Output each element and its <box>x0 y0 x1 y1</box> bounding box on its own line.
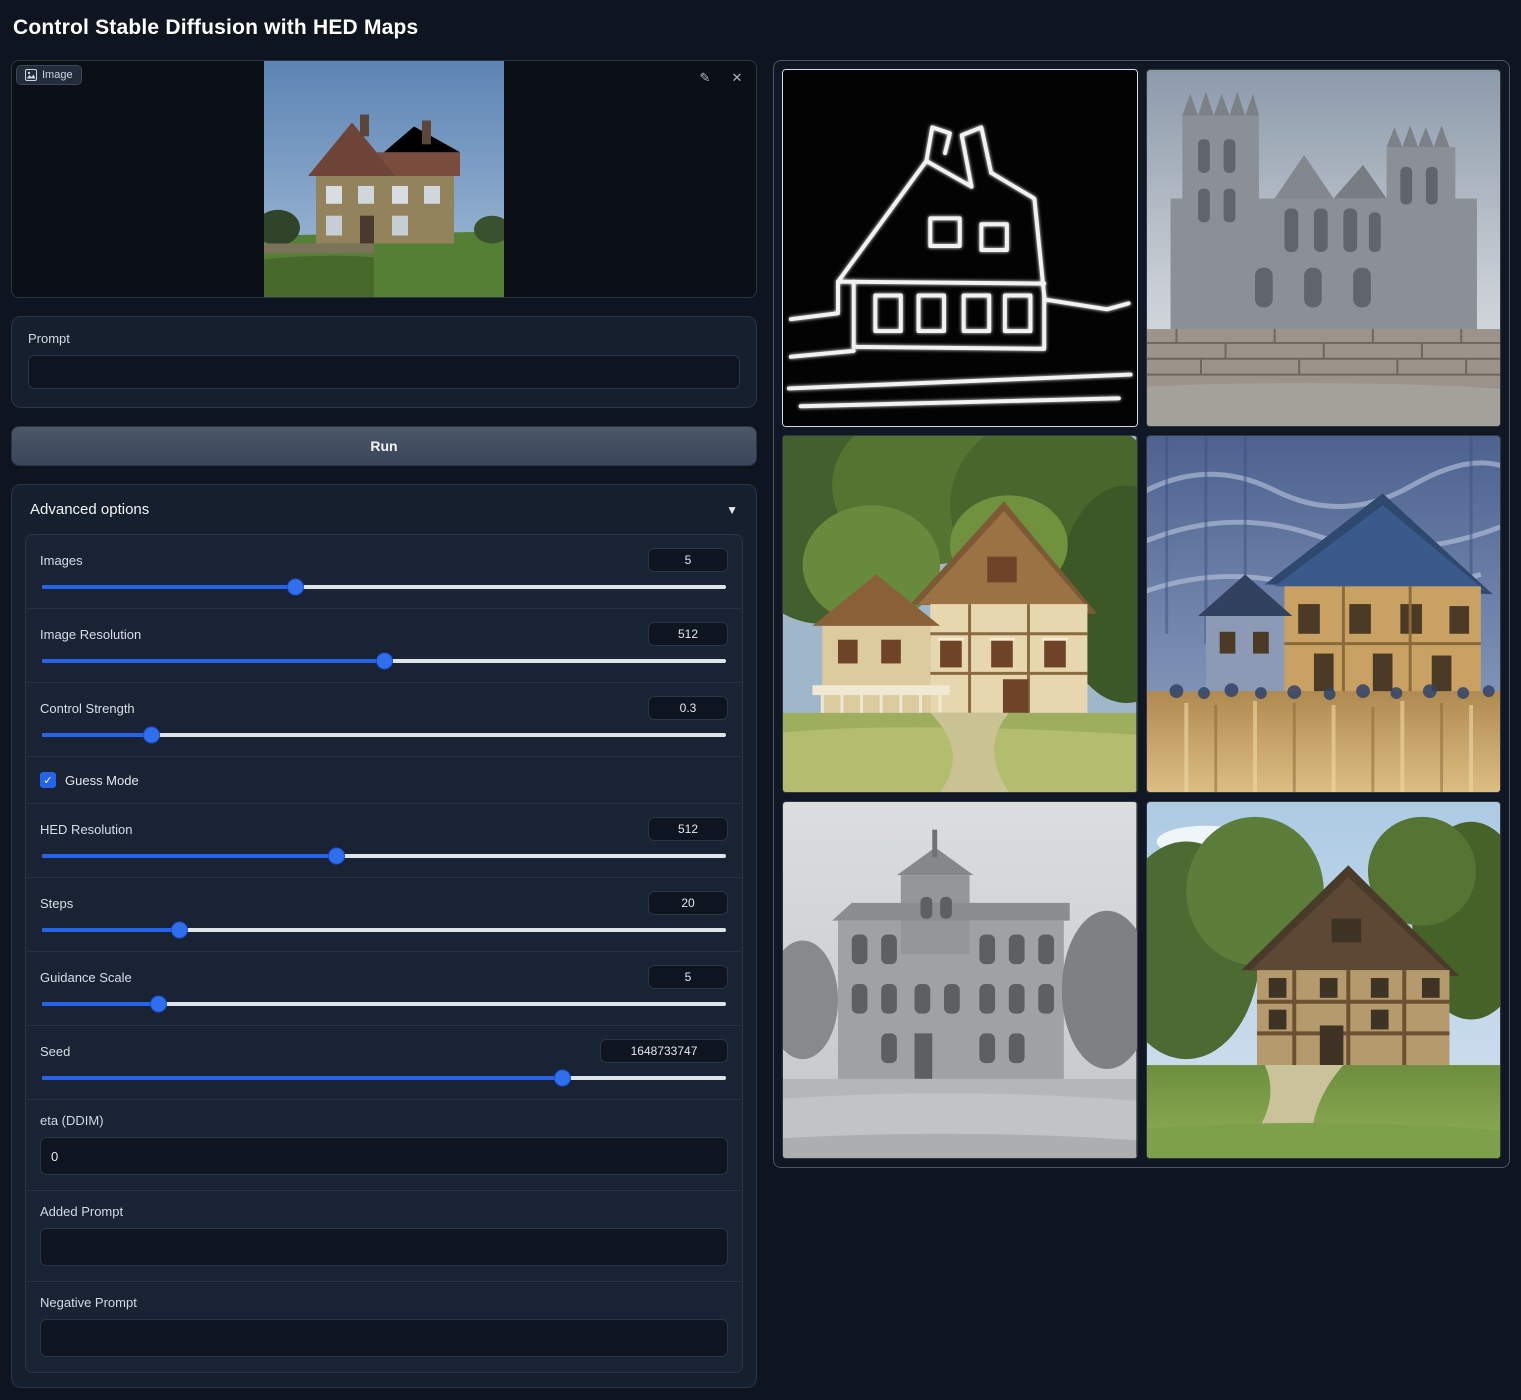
gallery-item-farmhouse[interactable] <box>1146 801 1502 1159</box>
page: Control Stable Diffusion with HED Maps I… <box>0 0 1521 1400</box>
slider-handle[interactable] <box>329 849 344 864</box>
edit-image-button[interactable]: ✎ <box>694 67 716 89</box>
farmhouse-image <box>1147 802 1501 1158</box>
page-title: Control Stable Diffusion with HED Maps <box>13 16 1510 40</box>
slider-fill <box>42 733 151 737</box>
gallery-item-rain-painting[interactable] <box>1146 435 1502 793</box>
negative-prompt-input[interactable] <box>40 1319 728 1357</box>
seed-slider-row: Seed <box>26 1025 742 1099</box>
images-label: Images <box>40 553 83 568</box>
control-strength-value-input[interactable] <box>648 696 728 720</box>
pencil-icon: ✎ <box>700 70 711 86</box>
control-strength-slider-row: Control Strength <box>26 682 742 756</box>
painted-cottage-image <box>783 436 1137 792</box>
hed-resolution-slider-row: HED Resolution <box>26 803 742 877</box>
advanced-options-title: Advanced options <box>30 501 149 518</box>
image-resolution-slider[interactable] <box>42 659 726 663</box>
run-button[interactable]: Run <box>11 426 757 466</box>
slider-fill <box>42 1076 562 1080</box>
steps-slider-row: Steps <box>26 877 742 951</box>
check-icon: ✓ <box>43 774 52 787</box>
hed-map-image <box>783 70 1137 426</box>
added-prompt-input[interactable] <box>40 1228 728 1266</box>
close-icon: ✕ <box>732 70 743 86</box>
caret-down-icon: ▼ <box>726 503 738 517</box>
image-resolution-label: Image Resolution <box>40 627 141 642</box>
slider-handle[interactable] <box>555 1071 570 1086</box>
prompt-block: Prompt <box>11 316 757 408</box>
seed-slider[interactable] <box>42 1076 726 1080</box>
guidance-scale-value-input[interactable] <box>648 965 728 989</box>
image-resolution-slider-row: Image Resolution <box>26 608 742 682</box>
grayscale-building-image <box>783 802 1137 1158</box>
slider-fill <box>42 585 295 589</box>
rain-painting-image <box>1147 436 1501 792</box>
steps-slider[interactable] <box>42 928 726 932</box>
guess-mode-checkbox[interactable]: ✓ Guess Mode <box>26 756 742 803</box>
slider-handle[interactable] <box>151 997 166 1012</box>
added-prompt-label: Added Prompt <box>40 1204 728 1219</box>
right-column <box>773 60 1510 1168</box>
guess-mode-label: Guess Mode <box>65 773 139 788</box>
prompt-input[interactable] <box>28 355 740 389</box>
images-slider-row: Images <box>26 535 742 608</box>
gallery-item-grayscale-building[interactable] <box>782 801 1138 1159</box>
clear-image-button[interactable]: ✕ <box>726 67 748 89</box>
advanced-options-form: Images Image Resolution <box>25 534 743 1373</box>
image-label-chip: Image <box>16 65 82 85</box>
seed-label: Seed <box>40 1044 70 1059</box>
guidance-scale-slider[interactable] <box>42 1002 726 1006</box>
guidance-scale-slider-row: Guidance Scale <box>26 951 742 1025</box>
image-resolution-value-input[interactable] <box>648 622 728 646</box>
slider-handle[interactable] <box>288 580 303 595</box>
slider-fill <box>42 1002 158 1006</box>
seed-value-input[interactable] <box>600 1039 728 1063</box>
gallery-item-painted-cottage[interactable] <box>782 435 1138 793</box>
images-value-input[interactable] <box>648 548 728 572</box>
eta-label: eta (DDIM) <box>40 1113 728 1128</box>
house-photo-svg <box>264 61 504 297</box>
control-strength-label: Control Strength <box>40 701 135 716</box>
added-prompt-row: Added Prompt <box>26 1190 742 1281</box>
hed-resolution-slider[interactable] <box>42 854 726 858</box>
slider-handle[interactable] <box>144 728 159 743</box>
slider-handle[interactable] <box>377 654 392 669</box>
negative-prompt-label: Negative Prompt <box>40 1295 728 1310</box>
steps-value-input[interactable] <box>648 891 728 915</box>
slider-handle[interactable] <box>172 923 187 938</box>
image-tools: ✎ ✕ <box>694 67 748 89</box>
hed-resolution-value-input[interactable] <box>648 817 728 841</box>
hed-resolution-label: HED Resolution <box>40 822 133 837</box>
eta-input[interactable] <box>40 1137 728 1175</box>
guidance-scale-label: Guidance Scale <box>40 970 132 985</box>
output-gallery <box>773 60 1510 1168</box>
images-slider[interactable] <box>42 585 726 589</box>
steps-label: Steps <box>40 896 73 911</box>
image-upload[interactable]: Image ✎ ✕ <box>11 60 757 298</box>
main-layout: Image ✎ ✕ <box>11 60 1510 1388</box>
advanced-options-accordion: Advanced options ▼ Images <box>11 484 757 1388</box>
image-icon <box>25 69 37 81</box>
image-label: Image <box>42 69 73 81</box>
uploaded-image-preview[interactable] <box>264 61 504 297</box>
gallery-item-hed-map[interactable] <box>782 69 1138 427</box>
prompt-label: Prompt <box>28 331 740 346</box>
eta-row: eta (DDIM) <box>26 1099 742 1190</box>
control-strength-slider[interactable] <box>42 733 726 737</box>
castle-image <box>1147 70 1501 426</box>
negative-prompt-row: Negative Prompt <box>26 1281 742 1372</box>
slider-fill <box>42 854 336 858</box>
slider-fill <box>42 659 384 663</box>
advanced-options-header[interactable]: Advanced options ▼ <box>12 485 756 532</box>
gallery-item-castle[interactable] <box>1146 69 1502 427</box>
slider-fill <box>42 928 179 932</box>
checkbox-box: ✓ <box>40 772 56 788</box>
left-column: Image ✎ ✕ <box>11 60 757 1388</box>
